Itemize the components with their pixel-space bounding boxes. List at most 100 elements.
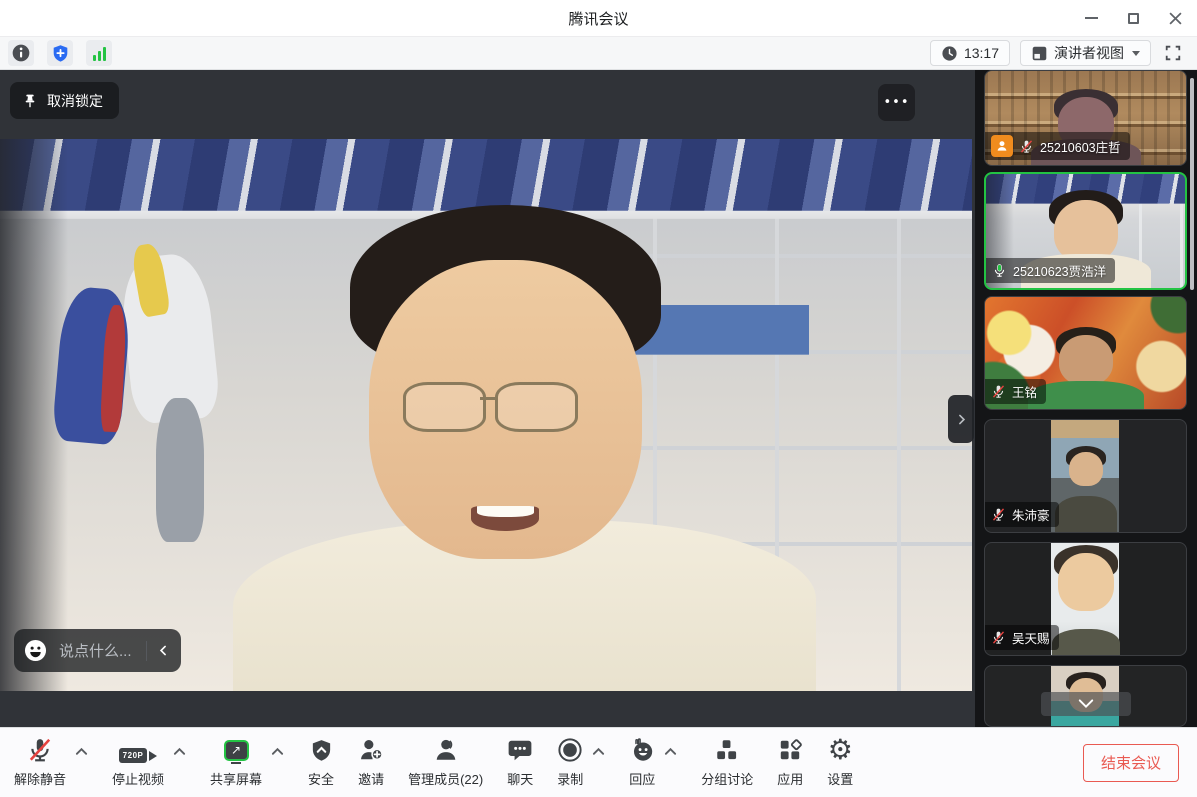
apps-button[interactable]: 应用 (777, 737, 803, 788)
invite-group: 邀请 (358, 737, 384, 788)
participant-name: 吴天赐 (1012, 628, 1050, 647)
record-icon (557, 737, 583, 763)
stop-video-button[interactable]: 720P 停止视频 (112, 737, 164, 788)
reaction-button[interactable]: 回应 (629, 737, 655, 788)
breakout-group: 分组讨论 (701, 737, 753, 788)
share-screen-button[interactable]: ↗ 共享屏幕 (210, 737, 262, 788)
security-button[interactable]: 安全 (308, 737, 334, 788)
pin-icon (22, 92, 38, 110)
info-icon (11, 43, 31, 63)
mic-muted-icon (991, 507, 1006, 522)
participant-name-bar: 25210623贾浩洋 (986, 258, 1115, 283)
sidebar-collapse-handle[interactable] (948, 395, 974, 443)
signal-icon (93, 46, 106, 61)
meeting-security-status-button[interactable] (47, 40, 73, 66)
minimize-button[interactable] (1083, 10, 1099, 26)
settings-label: 设置 (827, 769, 853, 788)
participant-name-bar: 吴天赐 (985, 625, 1059, 650)
meeting-timer[interactable]: 13:17 (930, 40, 1010, 66)
meeting-info-button[interactable] (8, 40, 34, 66)
window-title: 腾讯会议 (568, 8, 628, 29)
title-bar: 腾讯会议 (0, 0, 1197, 36)
mute-group: 解除静音 (14, 737, 88, 788)
video-options-chevron[interactable] (173, 743, 186, 761)
breakout-rooms-button[interactable]: 分组讨论 (701, 737, 753, 788)
mic-muted-icon (1019, 139, 1034, 154)
invite-button[interactable]: 邀请 (358, 737, 384, 788)
chevron-up-icon (271, 747, 284, 756)
fullscreen-button[interactable] (1161, 41, 1185, 65)
settings-button[interactable]: ⚙ 设置 (827, 737, 853, 788)
mic-muted-icon (991, 630, 1006, 645)
quick-chat-bar: 说点什么... (14, 629, 181, 672)
hanging-clothes-shape (156, 398, 205, 542)
speaker-glasses (403, 382, 486, 432)
more-options-button[interactable]: ••• (878, 84, 915, 121)
end-meeting-button[interactable]: 结束会议 (1083, 744, 1179, 782)
share-screen-icon: ↗ (224, 740, 249, 761)
speaker-view-icon (1031, 45, 1048, 62)
chevron-right-icon (955, 413, 968, 426)
invite-label: 邀请 (358, 769, 384, 788)
collapse-chat-button[interactable] (147, 629, 181, 672)
unmute-button[interactable]: 解除静音 (14, 737, 66, 788)
view-mode-selector[interactable]: 演讲者视图 (1020, 40, 1151, 66)
apps-icon (777, 737, 803, 763)
scroll-down-button[interactable] (1041, 692, 1131, 716)
sidebar-scrollbar[interactable] (1190, 78, 1194, 290)
reaction-options-chevron[interactable] (664, 743, 677, 761)
shield-plus-icon (51, 44, 70, 63)
clock-icon (941, 45, 958, 62)
share-arrow-glyph: ↗ (231, 743, 241, 757)
chevron-down-icon (1132, 51, 1140, 56)
share-options-chevron[interactable] (271, 743, 284, 761)
participant-name-bar: 朱沛豪 (985, 502, 1059, 527)
network-status-button[interactable] (86, 40, 112, 66)
participant-face (1054, 200, 1118, 262)
meeting-control-bar: 解除静音 720P 停止视频 ↗ 共享屏幕 (0, 727, 1197, 797)
chevron-up-icon (592, 747, 605, 756)
participant-tile[interactable] (984, 665, 1187, 727)
security-group: 安全 (308, 737, 334, 788)
participant-name-bar: 王铭 (985, 379, 1046, 404)
participant-tile[interactable]: 吴天赐 (984, 542, 1187, 656)
invite-person-icon (358, 737, 384, 763)
participant-tile-active-speaker[interactable]: 25210623贾浩洋 (984, 172, 1187, 290)
speaker-mouth (471, 506, 539, 531)
mic-options-chevron[interactable] (75, 743, 88, 761)
chat-input[interactable]: 说点什么... (47, 640, 146, 661)
maximize-button[interactable] (1125, 10, 1141, 26)
manage-members-button[interactable]: 管理成员(22) (408, 737, 483, 788)
chat-button[interactable]: 聊天 (507, 737, 533, 788)
chevron-up-icon (75, 747, 88, 756)
manage-members-label: 管理成员(22) (408, 769, 483, 788)
top-toolbar-left (0, 40, 112, 66)
participant-face (1069, 452, 1103, 486)
more-dots-icon: ••• (883, 95, 909, 110)
mic-muted-icon (991, 384, 1006, 399)
reaction-group: 回应 (629, 737, 677, 788)
maximize-icon (1128, 13, 1139, 24)
unpin-button[interactable]: 取消锁定 (10, 82, 119, 119)
chevron-down-icon (1078, 698, 1094, 710)
participant-tile[interactable]: 王铭 (984, 296, 1187, 410)
participants-sidebar: 25210603庄哲 25210623贾浩洋 (975, 70, 1197, 727)
emoji-icon[interactable] (24, 639, 47, 662)
security-shield-icon (309, 738, 334, 763)
record-options-chevron[interactable] (592, 743, 605, 761)
main-video-stage: 取消锁定 ••• 说点什么... (0, 70, 975, 727)
view-mode-label: 演讲者视图 (1054, 43, 1124, 63)
settings-gear-icon: ⚙ (828, 737, 853, 763)
chat-group: 聊天 (507, 737, 533, 788)
mic-muted-icon (27, 737, 53, 763)
participant-tile[interactable]: 25210603庄哲 (984, 70, 1187, 166)
stop-video-label: 停止视频 (112, 769, 164, 788)
speaker-video (0, 139, 972, 691)
camera-icon: 720P (119, 748, 158, 763)
participant-tile[interactable]: 朱沛豪 (984, 419, 1187, 533)
record-button[interactable]: 录制 (557, 737, 583, 788)
close-button[interactable] (1167, 10, 1183, 26)
fullscreen-icon (1164, 44, 1182, 62)
chevron-up-icon (664, 747, 677, 756)
participant-body (1055, 496, 1117, 533)
